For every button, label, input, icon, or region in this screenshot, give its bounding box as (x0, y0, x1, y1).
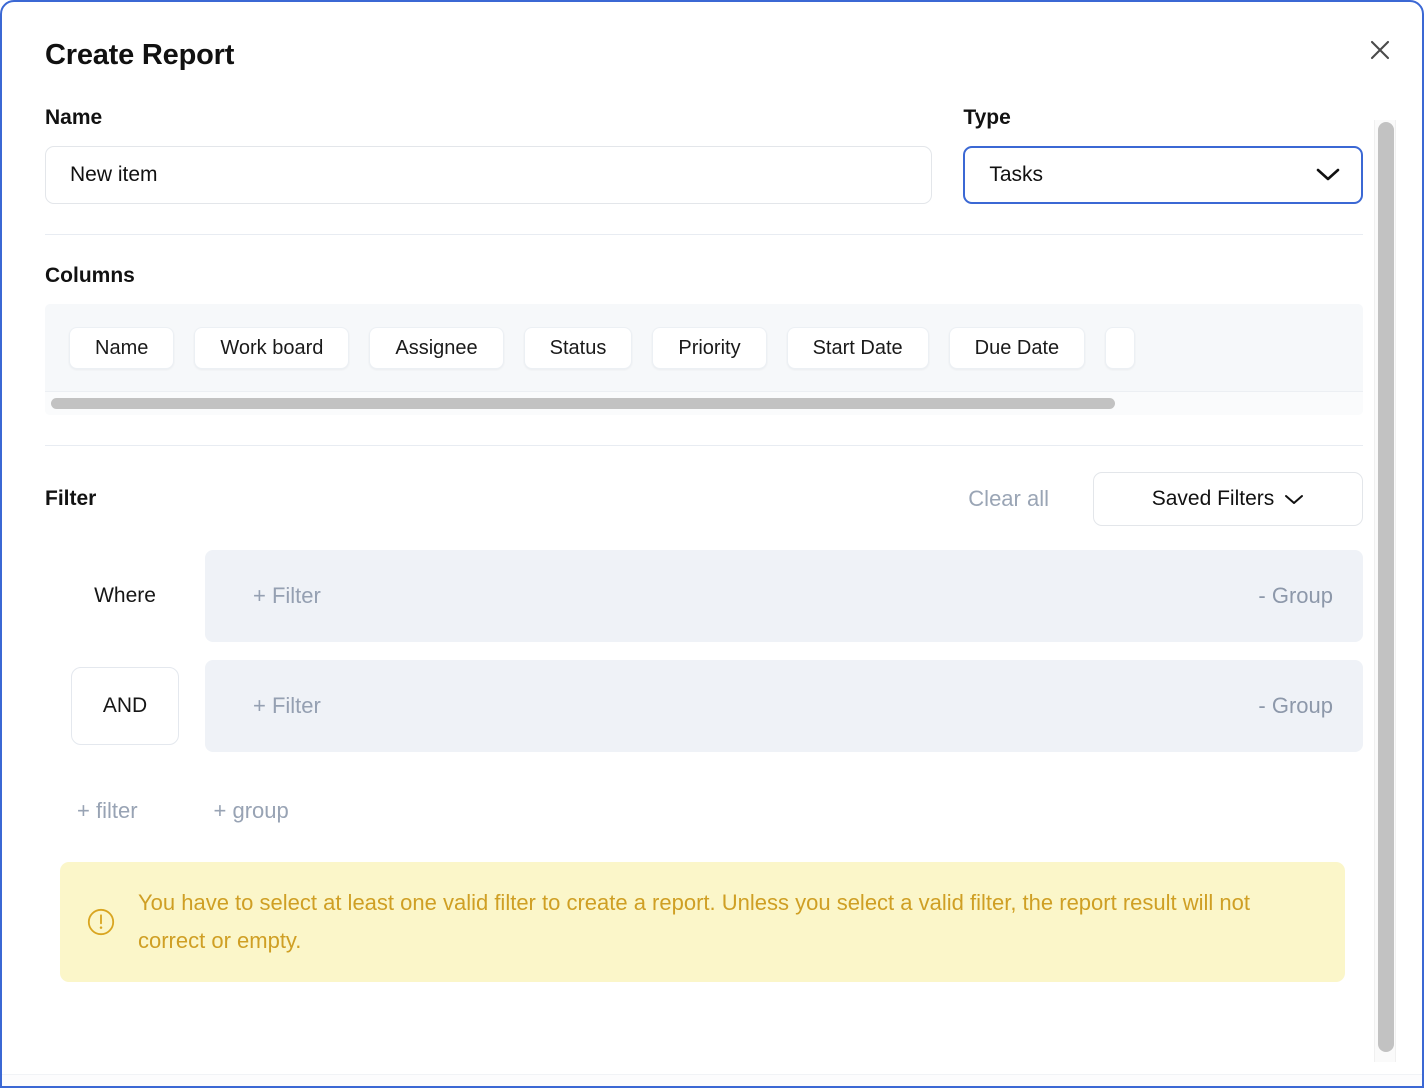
type-select-value: Tasks (989, 163, 1043, 187)
validation-warning-text: You have to select at least one valid fi… (138, 884, 1288, 960)
filter-strip: + Filter - Group (205, 550, 1363, 642)
clear-all-button[interactable]: Clear all (968, 486, 1049, 512)
column-chip[interactable]: Name (69, 327, 174, 369)
report-name-input[interactable] (45, 146, 932, 204)
filter-strip: + Filter - Group (205, 660, 1363, 752)
dialog-scroll-body: Create Report Name Type Tasks (2, 2, 1424, 1074)
exclamation-circle-icon (86, 907, 116, 937)
dialog-footer (2, 1075, 1422, 1088)
column-chip[interactable]: Priority (652, 327, 766, 369)
column-chip[interactable]: Assignee (369, 327, 503, 369)
column-chip[interactable]: Due Date (949, 327, 1086, 369)
filter-row: Where + Filter - Group (45, 550, 1363, 642)
filter-row: AND + Filter - Group (45, 660, 1363, 752)
columns-chips-container: Name Work board Assignee Status Priority… (45, 304, 1363, 415)
column-chip[interactable]: Status (524, 327, 633, 369)
filter-conjunction-cell: Where (45, 550, 205, 642)
column-chip[interactable]: Start Date (787, 327, 929, 369)
add-filter-button[interactable]: + Filter (253, 583, 321, 609)
name-type-row: Name Type Tasks (45, 105, 1363, 204)
columns-label: Columns (45, 263, 1363, 288)
dialog-vertical-scrollbar[interactable] (1374, 120, 1396, 1062)
type-select[interactable]: Tasks (963, 146, 1363, 204)
filter-rows: Where + Filter - Group AND + Filter (45, 550, 1363, 752)
add-filter-link[interactable]: + filter (77, 798, 138, 824)
create-report-dialog: Create Report Name Type Tasks (0, 0, 1424, 1088)
filter-where-label: Where (94, 584, 156, 608)
filter-conjunction-cell: AND (45, 660, 205, 752)
section-divider-bottom (45, 445, 1363, 446)
columns-horizontal-scrollbar[interactable] (45, 391, 1363, 415)
section-divider-top (45, 234, 1363, 235)
name-label: Name (45, 105, 932, 130)
conjunction-toggle-button[interactable]: AND (71, 667, 179, 745)
column-chip[interactable]: Work board (194, 327, 349, 369)
add-filter-button[interactable]: + Filter (253, 693, 321, 719)
remove-group-button[interactable]: - Group (1258, 693, 1333, 719)
saved-filters-label: Saved Filters (1152, 487, 1275, 511)
dialog-vertical-scrollbar-thumb[interactable] (1378, 122, 1394, 1052)
filter-label: Filter (45, 487, 96, 511)
add-group-link[interactable]: + group (214, 798, 289, 824)
chevron-down-icon (1284, 493, 1304, 506)
type-label: Type (963, 105, 1363, 130)
columns-chips-row: Name Work board Assignee Status Priority… (45, 327, 1363, 391)
columns-horizontal-scrollbar-thumb[interactable] (51, 398, 1115, 409)
name-field-group: Name (45, 105, 932, 204)
saved-filters-button[interactable]: Saved Filters (1093, 472, 1363, 526)
filter-add-links: + filter + group (45, 798, 1363, 824)
remove-group-button[interactable]: - Group (1258, 583, 1333, 609)
page-title: Create Report (45, 38, 1363, 73)
column-chip-partial[interactable] (1105, 327, 1135, 369)
filter-header: Filter Clear all Saved Filters (45, 472, 1363, 526)
type-field-group: Type Tasks (963, 105, 1363, 204)
validation-warning-banner: You have to select at least one valid fi… (60, 862, 1345, 982)
